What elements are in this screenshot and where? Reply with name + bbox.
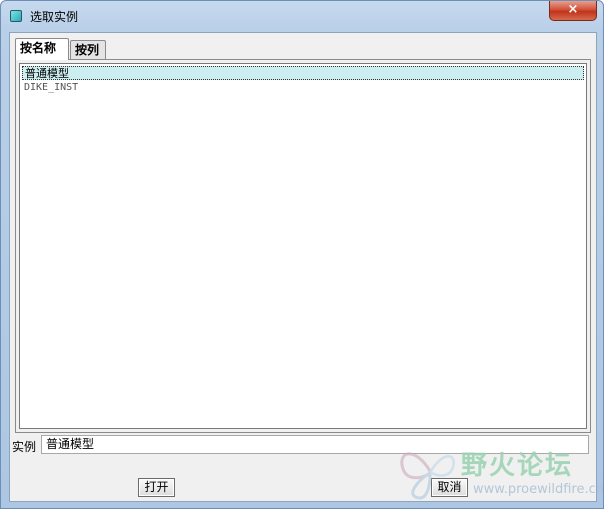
dialog-window: 选取实例 × 按名称 按列 普通模型 DIKE_INST 实例 普通模型 打开 … (0, 0, 604, 509)
instance-label: 实例 (12, 440, 37, 454)
tab-by-column[interactable]: 按列 (70, 40, 106, 60)
dialog-body: 按名称 按列 普通模型 DIKE_INST 实例 普通模型 打开 取消 (9, 32, 597, 502)
app-window-icon (10, 10, 22, 22)
close-button[interactable]: × (549, 1, 597, 21)
window-title: 选取实例 (30, 10, 79, 24)
instance-list[interactable]: 普通模型 DIKE_INST (19, 63, 587, 429)
tab-by-name[interactable]: 按名称 (15, 38, 69, 60)
title-bar[interactable]: 选取实例 × (1, 1, 603, 31)
open-button[interactable]: 打开 (138, 478, 175, 497)
list-item[interactable]: DIKE_INST (22, 81, 584, 95)
list-item[interactable]: 普通模型 (22, 66, 584, 80)
tab-panel: 普通模型 DIKE_INST (15, 59, 591, 433)
instance-input[interactable]: 普通模型 (41, 435, 589, 454)
cancel-button[interactable]: 取消 (431, 478, 468, 497)
